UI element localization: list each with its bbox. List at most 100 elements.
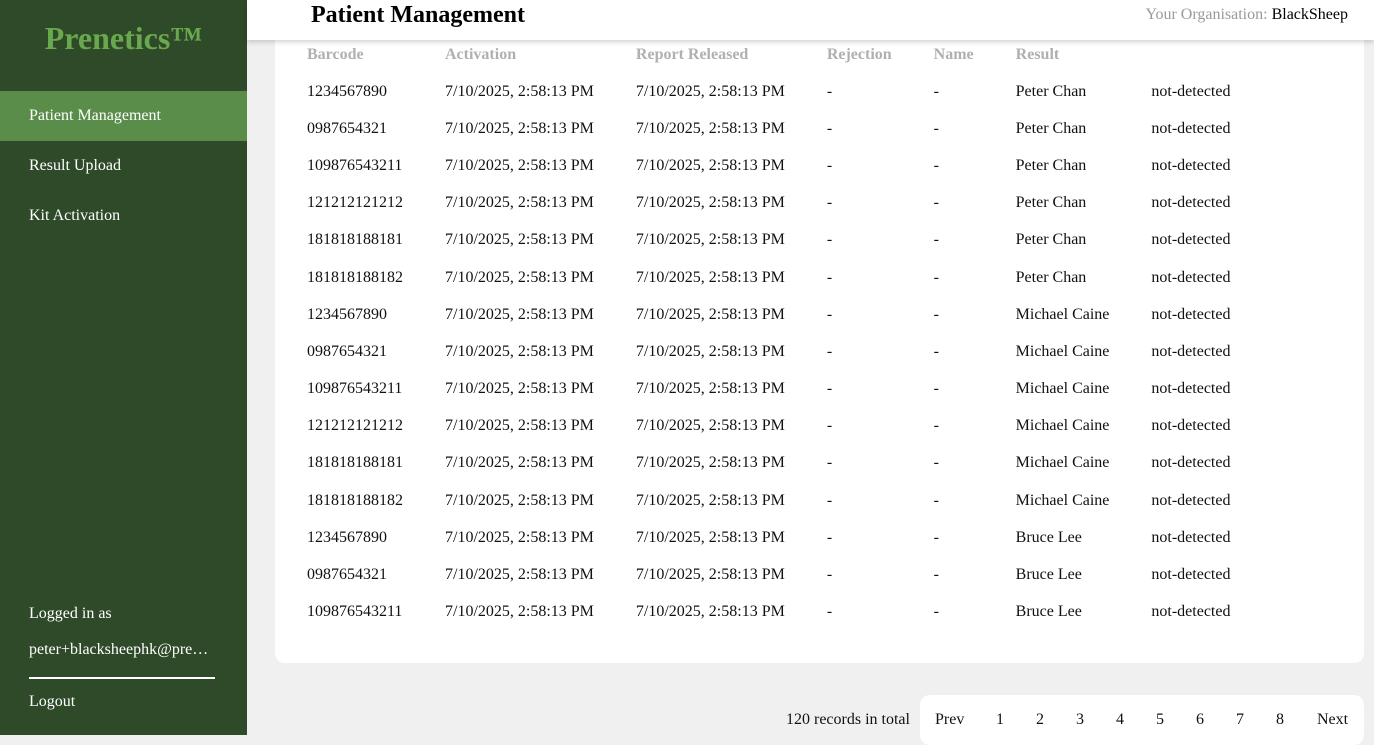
- barcode-cell: 109876543211: [307, 380, 403, 398]
- activation-cell: 7/10/2025, 2:58:13 PM: [445, 82, 594, 100]
- activation-cell: 7/10/2025, 2:58:13 PM: [445, 305, 594, 323]
- patient-name-cell: Michael Caine: [1015, 454, 1110, 472]
- report-released-cell: 7/10/2025, 2:58:13 PM: [635, 417, 785, 435]
- column-header-activation: Activation: [445, 45, 517, 63]
- patient-name-cell: Bruce Lee: [1015, 603, 1082, 621]
- result-cell: not-detected: [1151, 305, 1231, 323]
- table-row[interactable]: 181818188182 7/10/2025, 2:58:13 PM 7/10/20…: [297, 259, 1262, 296]
- rejection-cell: -: [826, 82, 833, 100]
- table-row[interactable]: 121212121212 7/10/2025, 2:58:13 PM 7/10/20…: [297, 408, 1262, 445]
- column-header-report-released: Report Released: [635, 45, 749, 63]
- rejection-cell: -: [826, 268, 833, 286]
- patient-name-cell: Michael Caine: [1015, 305, 1110, 323]
- activation-cell: 7/10/2025, 2:58:13 PM: [445, 342, 594, 360]
- name-cell: -: [933, 194, 939, 212]
- rejection-cell: -: [826, 454, 833, 472]
- organisation-info: Your Organisation: BlackSheep: [1145, 6, 1348, 24]
- table-row[interactable]: 0987654321 7/10/2025, 2:58:13 PM 7/10/2025…: [297, 556, 1262, 593]
- report-released-cell: 7/10/2025, 2:58:13 PM: [635, 305, 785, 323]
- prev-page-button[interactable]: Prev: [935, 711, 964, 729]
- column-header-rejection: Rejection: [826, 45, 892, 63]
- patient-name-cell: Michael Caine: [1015, 491, 1110, 509]
- table-row[interactable]: 181818188182 7/10/2025, 2:58:13 PM 7/10/20…: [297, 482, 1262, 519]
- activation-cell: 7/10/2025, 2:58:13 PM: [445, 603, 594, 621]
- column-header-result: Result: [1015, 45, 1060, 63]
- table-row[interactable]: 109876543211 7/10/2025, 2:58:13 PM 7/10/20…: [297, 147, 1262, 184]
- sidebar-item-patient-management[interactable]: Patient Management: [0, 91, 247, 141]
- table-row[interactable]: 1234567890 7/10/2025, 2:58:13 PM 7/10/2025…: [297, 519, 1262, 556]
- report-released-cell: 7/10/2025, 2:58:13 PM: [635, 156, 785, 174]
- report-released-cell: 7/10/2025, 2:58:13 PM: [635, 231, 785, 249]
- report-released-cell: 7/10/2025, 2:58:13 PM: [635, 194, 785, 212]
- name-cell: -: [933, 380, 939, 398]
- activation-cell: 7/10/2025, 2:58:13 PM: [445, 119, 594, 137]
- name-cell: -: [933, 305, 939, 323]
- page-button-4[interactable]: 4: [1116, 711, 1124, 729]
- table-row[interactable]: 121212121212 7/10/2025, 2:58:13 PM 7/10/20…: [297, 185, 1262, 222]
- table-row[interactable]: 109876543211 7/10/2025, 2:58:13 PM 7/10/20…: [297, 371, 1262, 408]
- next-page-button[interactable]: Next: [1317, 711, 1348, 729]
- patient-name-cell: Michael Caine: [1015, 417, 1110, 435]
- rejection-cell: -: [826, 231, 833, 249]
- rejection-cell: -: [826, 119, 833, 137]
- logged-in-label: Logged in as: [29, 605, 112, 622]
- column-header-name: Name: [933, 45, 974, 63]
- brand-logo: Prenetics™: [44, 20, 203, 56]
- page-button-7[interactable]: 7: [1236, 711, 1244, 729]
- barcode-cell: 181818188181: [307, 231, 403, 249]
- result-cell: not-detected: [1151, 119, 1231, 137]
- patient-name-cell: Peter Chan: [1015, 119, 1087, 137]
- result-cell: not-detected: [1151, 194, 1231, 212]
- result-cell: not-detected: [1151, 82, 1231, 100]
- barcode-cell: 181818188181: [307, 454, 403, 472]
- logout-button[interactable]: Logout: [29, 693, 75, 711]
- page-button-2[interactable]: 2: [1036, 711, 1044, 729]
- activation-cell: 7/10/2025, 2:58:13 PM: [445, 194, 594, 212]
- result-cell: not-detected: [1151, 491, 1231, 509]
- barcode-cell: 109876543211: [307, 156, 403, 174]
- report-released-cell: 7/10/2025, 2:58:13 PM: [635, 454, 785, 472]
- page-button-5[interactable]: 5: [1156, 711, 1164, 729]
- page-title: Patient Management: [311, 2, 525, 28]
- patient-name-cell: Bruce Lee: [1015, 566, 1082, 584]
- name-cell: -: [933, 528, 939, 546]
- name-cell: -: [933, 342, 939, 360]
- barcode-cell: 0987654321: [307, 119, 387, 137]
- table-row[interactable]: 1234567890 7/10/2025, 2:58:13 PM 7/10/2025…: [297, 296, 1262, 333]
- column-header-barcode: Barcode: [307, 45, 364, 63]
- page-button-8[interactable]: 8: [1276, 711, 1284, 729]
- table-row[interactable]: 181818188181 7/10/2025, 2:58:13 PM 7/10/20…: [297, 222, 1262, 259]
- table-row[interactable]: 0987654321 7/10/2025, 2:58:13 PM 7/10/2025…: [297, 110, 1262, 147]
- table-row[interactable]: 1234567890 7/10/2025, 2:58:13 PM 7/10/2025…: [297, 73, 1262, 110]
- report-released-cell: 7/10/2025, 2:58:13 PM: [635, 119, 785, 137]
- organisation-name: BlackSheep: [1271, 6, 1348, 23]
- report-released-cell: 7/10/2025, 2:58:13 PM: [635, 342, 785, 360]
- result-cell: not-detected: [1151, 342, 1231, 360]
- top-header: Patient Management Your Organisation: Bl…: [247, 0, 1374, 40]
- page-button-1[interactable]: 1: [996, 711, 1004, 729]
- rejection-cell: -: [826, 566, 833, 584]
- report-released-cell: 7/10/2025, 2:58:13 PM: [635, 491, 785, 509]
- name-cell: -: [933, 156, 939, 174]
- sidebar-item-kit-activation[interactable]: Kit Activation: [0, 191, 247, 241]
- patient-name-cell: Michael Caine: [1015, 380, 1110, 398]
- patient-name-cell: Michael Caine: [1015, 342, 1110, 360]
- report-released-cell: 7/10/2025, 2:58:13 PM: [635, 566, 785, 584]
- table-row[interactable]: 0987654321 7/10/2025, 2:58:13 PM 7/10/2025…: [297, 333, 1262, 370]
- page-button-6[interactable]: 6: [1196, 711, 1204, 729]
- name-cell: -: [933, 491, 939, 509]
- barcode-cell: 121212121212: [307, 194, 403, 212]
- patient-name-cell: Peter Chan: [1015, 194, 1087, 212]
- patient-name-cell: Bruce Lee: [1015, 528, 1082, 546]
- report-released-cell: 7/10/2025, 2:58:13 PM: [635, 380, 785, 398]
- report-released-cell: 7/10/2025, 2:58:13 PM: [635, 82, 785, 100]
- sidebar-item-result-upload[interactable]: Result Upload: [0, 141, 247, 191]
- barcode-cell: 0987654321: [307, 566, 387, 584]
- result-cell: not-detected: [1151, 231, 1231, 249]
- table-row[interactable]: 181818188181 7/10/2025, 2:58:13 PM 7/10/20…: [297, 445, 1262, 482]
- table-row[interactable]: 109876543211 7/10/2025, 2:58:13 PM 7/10/20…: [297, 594, 1262, 631]
- page-button-3[interactable]: 3: [1076, 711, 1084, 729]
- pagination: Prev 1 2 3 4 5 6 7 8 Next: [920, 695, 1364, 745]
- organisation-label: Your Organisation:: [1145, 6, 1268, 23]
- table-body: 1234567890 7/10/2025, 2:58:13 PM 7/10/2025…: [297, 73, 1262, 631]
